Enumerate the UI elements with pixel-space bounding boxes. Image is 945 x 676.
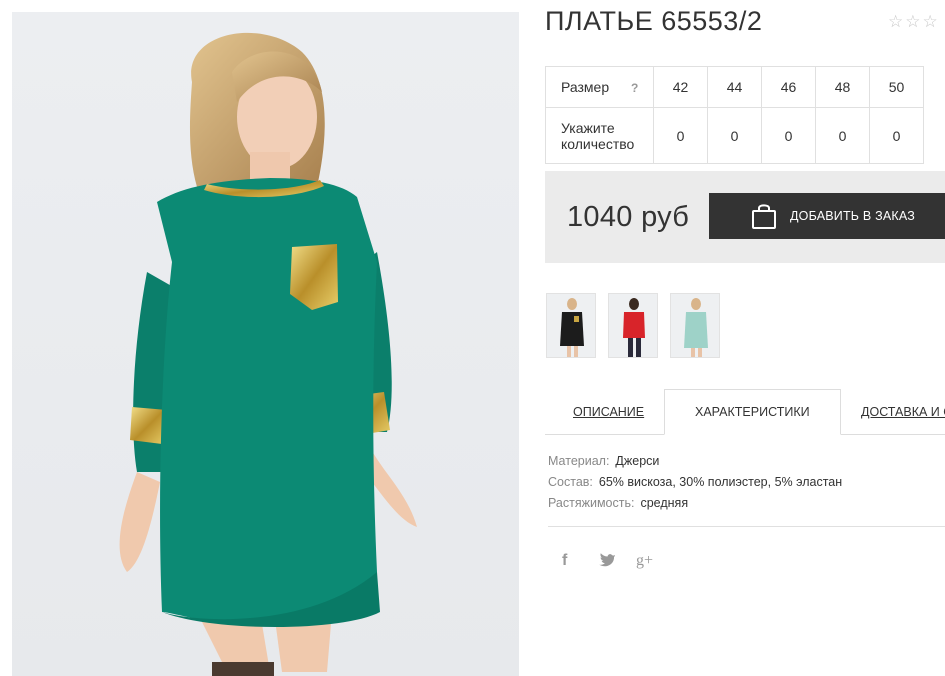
star-icon[interactable]: ☆	[923, 13, 938, 31]
tab-delivery[interactable]: ДОСТАВКА И С	[861, 389, 945, 435]
size-48: 48	[815, 66, 870, 108]
tab-characteristics-label: ХАРАКТЕРИСТИКИ	[695, 405, 810, 419]
quantity-input-44[interactable]: 0	[707, 107, 762, 164]
tab-characteristics[interactable]: ХАРАКТЕРИСТИКИ	[664, 389, 841, 435]
quantity-input-48[interactable]: 0	[815, 107, 870, 164]
shopping-bag-icon	[752, 204, 776, 229]
size-42: 42	[653, 66, 708, 108]
spec-value: 65% вискоза, 30% полиэстер, 5% эластан	[598, 475, 843, 489]
variant-thumb-black[interactable]	[546, 293, 596, 358]
quantity-input-50[interactable]: 0	[869, 107, 924, 164]
add-to-order-button[interactable]: ДОБАВИТЬ В ЗАКАЗ	[709, 193, 945, 239]
google-plus-icon[interactable]: g+	[636, 550, 674, 572]
spec-composition: Состав: 65% вискоза, 30% полиэстер, 5% эл…	[548, 472, 842, 493]
svg-text:g+: g+	[636, 552, 653, 569]
spec-key: Состав:	[548, 475, 593, 489]
spec-material: Материал: Джерси	[548, 451, 842, 472]
tab-description-label: ОПИСАНИЕ	[573, 405, 645, 419]
svg-text:f: f	[562, 552, 568, 569]
size-help-icon[interactable]: ?	[631, 81, 638, 95]
product-photo[interactable]	[12, 12, 519, 676]
quantity-input-46[interactable]: 0	[761, 107, 816, 164]
twitter-bird-icon[interactable]	[598, 550, 636, 572]
spec-stretch: Растяжимость: средняя	[548, 493, 842, 514]
variant-thumb-red[interactable]	[608, 293, 658, 358]
product-tabs: ОПИСАНИЕ ХАРАКТЕРИСТИКИ ДОСТАВКА И С	[545, 389, 945, 435]
add-to-order-label: ДОБАВИТЬ В ЗАКАЗ	[790, 209, 916, 223]
size-46: 46	[761, 66, 816, 108]
social-share: f g+	[560, 550, 674, 572]
product-title: ПЛАТЬЕ 65553/2	[545, 6, 763, 36]
size-44: 44	[707, 66, 762, 108]
facebook-icon[interactable]: f	[560, 550, 598, 572]
spec-key: Материал:	[548, 454, 610, 468]
spec-value: средняя	[640, 496, 689, 510]
price-box: 1040 руб ДОБАВИТЬ В ЗАКАЗ	[545, 171, 945, 263]
star-icon[interactable]: ☆	[905, 13, 920, 31]
size-label: Размер	[561, 79, 610, 95]
quantity-label: Укажите количество	[561, 119, 635, 152]
color-variants	[546, 293, 720, 358]
price: 1040 руб	[567, 201, 690, 233]
quantity-input-42[interactable]: 0	[653, 107, 708, 164]
tab-delivery-label: ДОСТАВКА И С	[861, 405, 945, 419]
model-in-dress-image	[119, 32, 417, 676]
divider	[548, 526, 945, 527]
sizes-table: Размер ? 42 44 46 48 50 Укажите количест…	[545, 66, 924, 164]
size-50: 50	[869, 66, 924, 108]
characteristics-list: Материал: Джерси Состав: 65% вискоза, 30% …	[548, 451, 842, 514]
variant-thumb-mint[interactable]	[670, 293, 720, 358]
size-label-cell: Размер ?	[545, 66, 654, 108]
quantity-label-cell: Укажите количество	[545, 107, 654, 164]
spec-value: Джерси	[615, 454, 660, 468]
spec-key: Растяжимость:	[548, 496, 635, 510]
star-icon[interactable]: ☆	[888, 13, 903, 31]
tab-description[interactable]: ОПИСАНИЕ	[573, 389, 644, 435]
rating-stars[interactable]: ☆ ☆ ☆	[888, 13, 938, 31]
